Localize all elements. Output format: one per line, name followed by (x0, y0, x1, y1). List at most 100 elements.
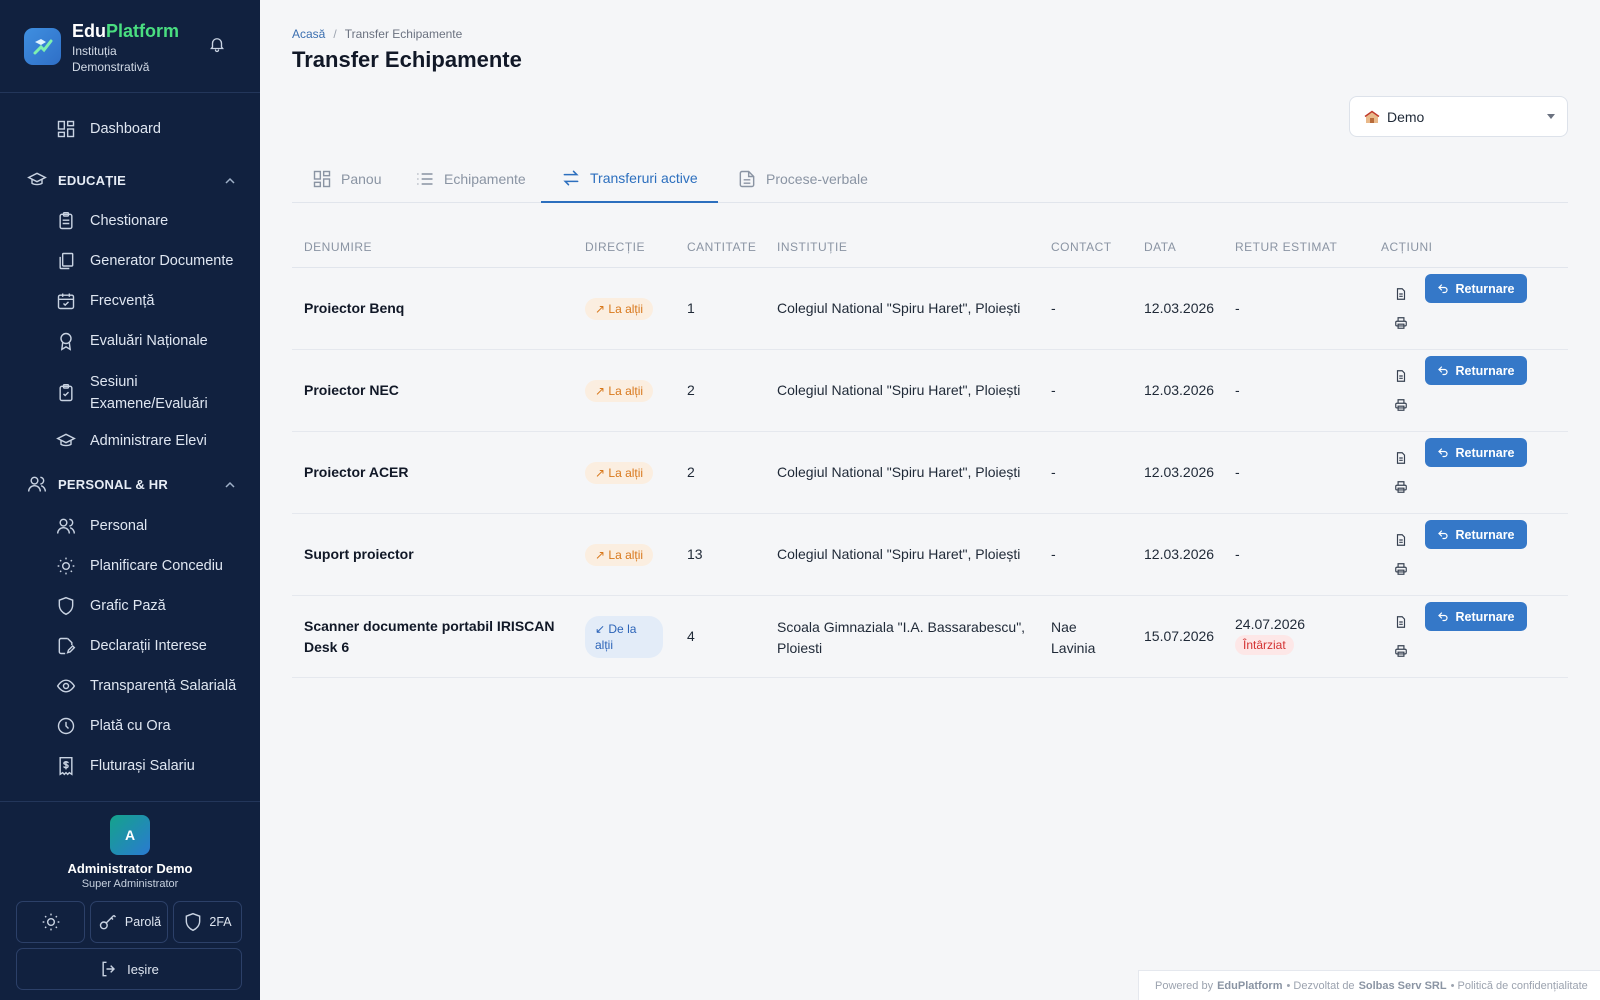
print-icon[interactable] (1388, 556, 1414, 582)
shield-icon (58, 596, 74, 616)
caret-down-icon (1547, 114, 1555, 119)
section-educatie[interactable]: EDUCAȚIE (26, 170, 236, 190)
undo-icon (1438, 283, 1449, 293)
institution: Scoala Gimnaziala "I.A. Bassarabescu", P… (777, 619, 1026, 656)
estimated-return: - (1235, 546, 1240, 562)
twofa-button[interactable]: 2FA (173, 901, 242, 943)
institution: Colegiul National "Spiru Haret", Ploieșt… (777, 382, 1021, 398)
undo-icon (1438, 447, 1449, 457)
tab-label: Procese-verbale (766, 171, 868, 187)
return-button[interactable]: Returnare (1425, 520, 1527, 549)
sidebar-item-personal[interactable]: Personal (56, 515, 147, 537)
sidebar-item-generator-documente[interactable]: Generator Documente (56, 250, 233, 272)
document-icon[interactable] (1388, 445, 1414, 471)
app-logo[interactable] (24, 28, 61, 65)
document-icon[interactable] (1388, 281, 1414, 307)
sidebar-item-evaluari-nationale[interactable]: Evaluări Naționale (56, 330, 208, 352)
footer-privacy-link[interactable]: • Politică de confidențialitate (1451, 980, 1588, 992)
sidebar-item-grafic-paza[interactable]: Grafic Pază (56, 595, 166, 617)
school-icon (1364, 110, 1380, 123)
table-row: Proiector Benq ↗ La alții 1 Colegiul Nat… (292, 268, 1568, 350)
table-header: DENUMIRE DIRECȚIE CANTITATE INSTITUȚIE C… (292, 228, 1568, 268)
sidebar-item-label: Chestionare (90, 213, 169, 229)
return-button[interactable]: Returnare (1425, 438, 1527, 467)
return-button[interactable]: Returnare (1425, 274, 1527, 303)
return-label: Returnare (1455, 527, 1515, 542)
estimated-return: 24.07.2026 (1235, 616, 1306, 632)
user-name: Administrator Demo (67, 861, 193, 876)
undo-icon (1438, 365, 1449, 375)
institution-name: Instituția Demonstrativă (72, 44, 150, 74)
undo-icon (1438, 529, 1449, 539)
return-button[interactable]: Returnare (1425, 356, 1527, 385)
table-row: Proiector NEC ↗ La alții 2 Colegiul Nati… (292, 350, 1568, 432)
sidebar-item-chestionare[interactable]: Chestionare (56, 210, 168, 232)
school-select[interactable]: Demo (1349, 96, 1568, 137)
logout-button[interactable]: Ieșire (16, 948, 242, 990)
tab-procese-verbale[interactable]: Procese-verbale (717, 155, 888, 203)
print-icon[interactable] (1388, 638, 1414, 664)
documents-icon (59, 252, 74, 270)
user-panel: A Administrator Demo Super Administrator… (0, 801, 260, 1000)
receipt-dollar-icon (59, 756, 73, 776)
breadcrumb-home-link[interactable]: Acasă (292, 27, 325, 41)
column-header: DATA (1144, 240, 1177, 254)
document-icon[interactable] (1388, 609, 1414, 635)
password-label: Parolă (124, 915, 162, 929)
users-icon (56, 518, 76, 534)
print-icon[interactable] (1388, 310, 1414, 336)
estimated-return-cell: 24.07.2026 Întârziat (1235, 616, 1305, 655)
list-icon (417, 173, 433, 185)
sun-icon (42, 913, 59, 931)
sidebar-item-label: Generator Documente (90, 253, 234, 269)
tabs: Panou Echipamente Transferuri active Pro… (292, 155, 1568, 203)
sidebar-item-planificare-concediu[interactable]: Planificare Concediu (56, 555, 223, 577)
column-header: RETUR ESTIMAT (1235, 240, 1338, 254)
sidebar-item-frecventa[interactable]: Frecvență (56, 290, 154, 312)
quantity: 4 (687, 628, 695, 644)
graduation-cap-icon (56, 433, 76, 447)
avatar[interactable]: A (110, 815, 150, 855)
column-header: INSTITUȚIE (777, 240, 848, 254)
date: 12.03.2026 (1144, 382, 1215, 398)
footer: Powered by EduPlatform • Dezvoltat de So… (1138, 970, 1600, 1000)
tab-label: Echipamente (444, 171, 526, 187)
chevron-up-icon (225, 481, 235, 488)
bell-icon[interactable] (208, 35, 226, 58)
section-personal-hr[interactable]: PERSONAL & HR (26, 474, 236, 494)
password-button[interactable]: Parolă (90, 901, 168, 943)
direction-badge: ↗ La alții (585, 380, 654, 402)
document-icon[interactable] (1388, 363, 1414, 389)
sidebar-item-sesiuni-examene[interactable]: Sesiuni Examene/Evaluări (56, 371, 236, 415)
print-icon[interactable] (1388, 474, 1414, 500)
equipment-name: Proiector Benq (304, 300, 405, 316)
theme-toggle-button[interactable] (16, 901, 85, 943)
sidebar-nav: Dashboard EDUCAȚIE Chestionare Generator… (0, 93, 260, 801)
document-icon[interactable] (1388, 527, 1414, 553)
estimated-return: - (1235, 464, 1240, 480)
dashboard-icon (57, 120, 75, 138)
footer-brand-link[interactable]: EduPlatform (1217, 980, 1282, 992)
sidebar-item-dashboard[interactable]: Dashboard (56, 118, 161, 140)
footer-company-link[interactable]: Solbas Serv SRL (1359, 980, 1447, 992)
shield-icon (186, 912, 201, 932)
sidebar-item-fluturasi-salariu[interactable]: Fluturași Salariu (56, 755, 195, 777)
return-button[interactable]: Returnare (1425, 602, 1527, 631)
graduation-cap-icon (27, 172, 47, 186)
sidebar-item-declaratii-interese[interactable]: Declarații Interese (56, 635, 207, 657)
dashboard-icon (313, 170, 331, 188)
sun-icon (57, 557, 75, 575)
tab-echipamente[interactable]: Echipamente (395, 155, 546, 203)
column-header: DENUMIRE (304, 240, 373, 254)
sidebar-item-label: Fluturași Salariu (90, 758, 195, 774)
column-header: DIRECȚIE (585, 240, 646, 254)
print-icon[interactable] (1388, 392, 1414, 418)
sidebar-item-plata-cu-ora[interactable]: Plată cu Ora (56, 715, 171, 737)
direction-badge: ↗ La alții (585, 462, 654, 484)
sidebar-item-transparenta-salariala[interactable]: Transparență Salarială (56, 675, 236, 697)
tab-panou[interactable]: Panou (292, 155, 401, 203)
award-icon (60, 332, 72, 351)
sidebar-item-administrare-elevi[interactable]: Administrare Elevi (56, 430, 207, 452)
tab-transferuri-active[interactable]: Transferuri active (541, 155, 718, 203)
direction-badge: ↗ La alții (585, 544, 654, 566)
